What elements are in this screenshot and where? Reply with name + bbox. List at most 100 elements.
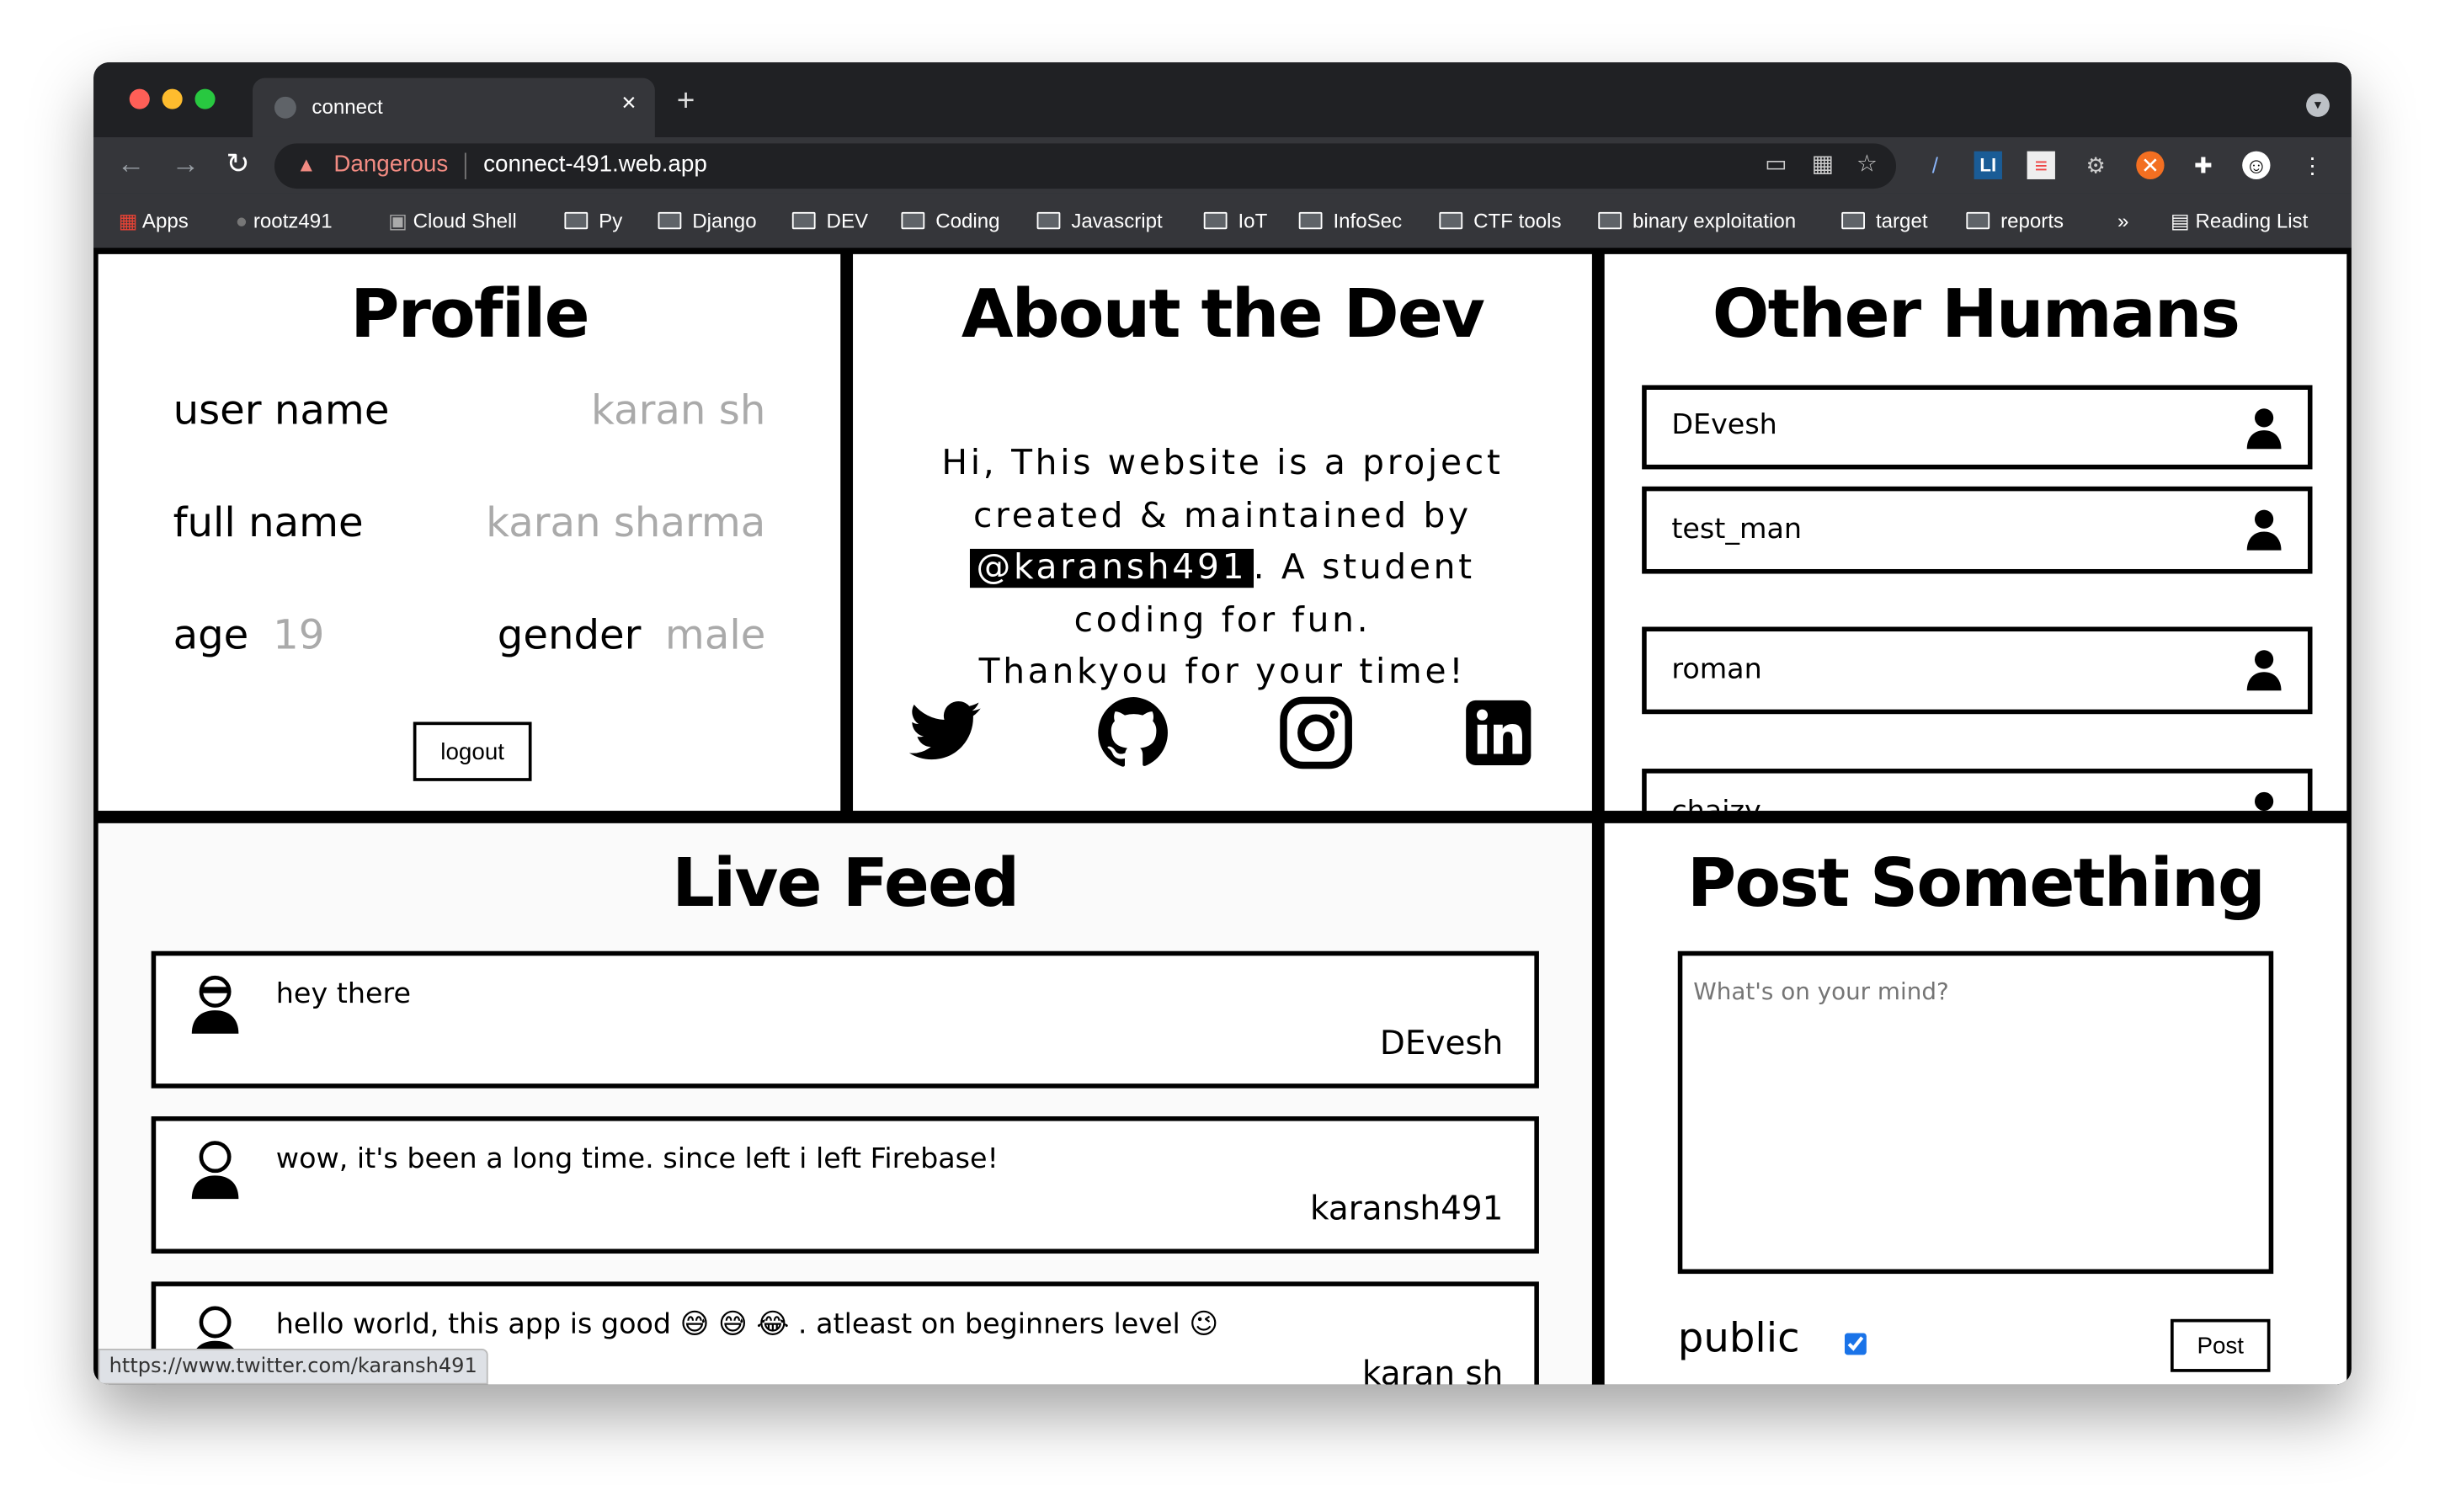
profile-avatar[interactable]: ☺ <box>2242 151 2271 179</box>
bookmark-folder[interactable]: reports <box>1966 209 2064 232</box>
new-tab-button[interactable]: + <box>677 84 695 120</box>
gear-extension-icon[interactable]: ⚙ <box>2081 152 2109 179</box>
pen-extension-icon[interactable]: / <box>1921 152 1949 179</box>
maximize-window-button[interactable] <box>194 88 216 109</box>
post-textarea[interactable] <box>1677 950 2274 1275</box>
status-bar-url: https://www.twitter.com/karansh491 <box>98 1348 488 1385</box>
folder-icon <box>564 211 589 230</box>
menu-icon[interactable]: ⋮ <box>2299 152 2326 179</box>
reading-list-button[interactable]: ▤ Reading List <box>2171 209 2308 234</box>
feed-post: hey there DEvesh <box>151 950 1539 1089</box>
url-text[interactable]: connect-491.web.app <box>483 152 707 178</box>
post-author: karansh491 <box>1310 1190 1504 1227</box>
address-bar[interactable]: ▲ Dangerous connect-491.web.app ▭ ▦ ☆ <box>274 143 1897 189</box>
bookmark-folder[interactable]: target <box>1841 209 1928 232</box>
bookmark-folder[interactable]: CTF tools <box>1439 209 1561 232</box>
bookmark-folder[interactable]: DEV <box>791 209 868 232</box>
folder-icon <box>1841 211 1865 230</box>
user-name: roman <box>1671 652 1762 686</box>
notes-extension-icon[interactable]: ≡ <box>2027 151 2055 179</box>
twitter-icon[interactable] <box>906 694 984 772</box>
forward-icon[interactable]: → <box>172 148 200 181</box>
bookmark-folder[interactable]: Coding <box>901 209 1000 232</box>
github-icon[interactable] <box>1095 694 1173 772</box>
globe-icon <box>274 96 296 119</box>
tab-search-icon[interactable]: ▾ <box>2306 93 2330 117</box>
reading-list-icon: ▤ <box>2170 209 2196 232</box>
instagram-icon[interactable] <box>1277 694 1356 772</box>
close-tab-icon[interactable]: × <box>621 90 636 118</box>
profile-panel: Profile user name karan sh full name kar… <box>98 253 841 812</box>
bookmark-folder[interactable]: InfoSec <box>1298 209 1402 232</box>
other-humans-title: Other Humans <box>1712 275 2240 354</box>
github-icon: ● <box>235 209 253 232</box>
user-card[interactable]: DEvesh <box>1642 385 2313 470</box>
linkedin-icon[interactable] <box>1459 694 1537 772</box>
minimize-window-button[interactable] <box>162 88 183 109</box>
logout-button[interactable]: logout <box>413 721 532 781</box>
user-card[interactable]: roman <box>1642 626 2313 715</box>
live-feed-panel: Live Feed hey there DEvesh wow, it's bee… <box>98 823 1592 1385</box>
bookmarks-bar: ▦ Apps ● rootz491 ▣ Cloud Shell Py Djang… <box>93 193 2352 250</box>
orange-extension-icon[interactable]: ✕ <box>2136 151 2165 179</box>
about-title: About the Dev <box>961 275 1485 354</box>
profile-title: Profile <box>350 275 590 354</box>
bookmark-folder[interactable]: binary exploitation <box>1598 209 1796 232</box>
bookmark-folder[interactable]: IoT <box>1203 209 1267 232</box>
post-something-title: Post Something <box>1686 844 2266 924</box>
avatar-icon <box>191 975 239 1034</box>
bookmark-label: reports <box>2000 209 2064 232</box>
bookmark-cloud-shell[interactable]: ▣ Cloud Shell <box>388 209 517 234</box>
li-extension-icon[interactable]: LI <box>1974 151 2002 179</box>
bookmark-label: rootz491 <box>253 209 333 232</box>
bookmark-folder[interactable]: Javascript <box>1036 209 1163 232</box>
username-value: karan sh <box>591 388 766 435</box>
bookmark-label: Apps <box>141 209 189 232</box>
puzzle-icon[interactable]: ✚ <box>2189 152 2217 179</box>
user-card[interactable]: test_man <box>1642 486 2313 574</box>
bookmark-folder[interactable]: Py <box>564 209 622 232</box>
post-text: hey there <box>275 977 411 1011</box>
star-icon[interactable]: ☆ <box>1856 150 1878 178</box>
feed-post: wow, it's been a long time. since left i… <box>151 1116 1539 1254</box>
security-label[interactable]: Dangerous <box>333 152 448 178</box>
folder-icon <box>1966 211 1990 230</box>
about-line: Thankyou for your time! <box>978 652 1467 693</box>
user-icon <box>2246 509 2282 551</box>
user-card[interactable]: chaizy <box>1642 769 2313 812</box>
gender-value: male <box>664 612 766 660</box>
post-author: karan sh <box>1361 1355 1504 1385</box>
twitter-handle-link[interactable]: @karansh491 <box>970 548 1254 588</box>
toolbar: ← → ↻ ▲ Dangerous connect-491.web.app ▭ … <box>93 136 2352 194</box>
bookmark-label: Coding <box>935 209 1000 232</box>
back-icon[interactable]: ← <box>117 148 145 181</box>
reading-list-label: Reading List <box>2195 209 2309 232</box>
qr-icon[interactable]: ▦ <box>1812 150 1834 178</box>
cast-icon[interactable]: ▭ <box>1765 150 1787 178</box>
about-panel: About the Dev Hi, This website is a proj… <box>853 253 1592 812</box>
bookmark-apps[interactable]: ▦ Apps <box>119 209 189 234</box>
browser-tab[interactable]: connect × <box>253 77 655 137</box>
bookmark-folder[interactable]: Django <box>658 209 757 232</box>
folder-icon <box>658 211 682 230</box>
about-line: created & maintained by <box>973 496 1472 536</box>
title-bar: connect × + ▾ <box>93 62 2352 137</box>
bookmark-label: binary exploitation <box>1633 209 1797 232</box>
public-checkbox[interactable] <box>1844 1333 1867 1355</box>
page-content: Profile user name karan sh full name kar… <box>93 249 2352 1385</box>
folder-icon <box>1439 211 1463 230</box>
bookmark-label: Javascript <box>1071 209 1163 232</box>
browser-window: connect × + ▾ ← → ↻ ▲ Dangerous connect-… <box>93 62 2352 1385</box>
apps-grid-icon: ▦ <box>118 209 142 232</box>
post-button[interactable]: Post <box>2170 1318 2271 1372</box>
bookmarks-overflow-button[interactable]: » <box>2117 209 2128 232</box>
user-name: DEvesh <box>1671 408 1777 442</box>
bookmark-label: Py <box>599 209 623 232</box>
close-window-button[interactable] <box>129 88 150 109</box>
folder-icon <box>791 211 816 230</box>
fullname-value: karan sharma <box>486 500 766 548</box>
bookmark-label: Django <box>692 209 757 232</box>
bookmark-rootz491[interactable]: ● rootz491 <box>236 209 333 232</box>
terminal-icon: ▣ <box>388 209 413 232</box>
reload-icon[interactable]: ↻ <box>226 148 250 181</box>
